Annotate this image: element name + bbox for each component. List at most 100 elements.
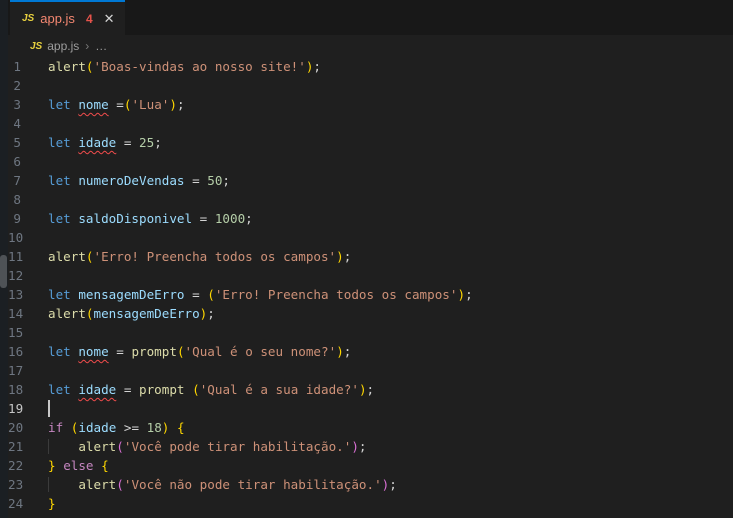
line-number[interactable]: 17 [8,361,48,380]
line-number[interactable]: 14 [8,304,48,323]
code-token: ( [85,306,94,321]
code-token: let [48,287,71,302]
line-number[interactable]: 8 [8,190,48,209]
code-token: ; [358,439,367,454]
line-number[interactable]: 19 [8,399,48,418]
line-number[interactable]: 21 [8,437,48,456]
code-token: alert [48,249,86,264]
line-number[interactable]: 22 [8,456,48,475]
code-content: if (idade >= 18) { [48,418,185,437]
code-token: >= [116,420,147,435]
code-line[interactable]: 14 alert(mensagemDeErro); [8,304,733,323]
code-token: numeroDeVendas [78,173,185,188]
code-line[interactable]: 24} [8,494,733,513]
code-token: nome [78,97,109,112]
code-line[interactable]: 10 [8,228,733,247]
code-line[interactable]: 9 let saldoDisponivel = 1000; [8,209,733,228]
code-line[interactable]: 4 [8,114,733,133]
code-token: alert [48,59,86,74]
code-line[interactable]: 11 alert('Erro! Preencha todos os campos'… [8,247,733,266]
line-number[interactable]: 3 [8,95,48,114]
javascript-file-icon: JS [22,13,35,24]
line-number[interactable]: 18 [8,380,48,399]
line-number[interactable]: 15 [8,323,48,342]
line-number[interactable]: 16 [8,342,48,361]
line-number[interactable]: 12 [8,266,48,285]
code-token: 50 [207,173,223,188]
line-number[interactable]: 1 [8,57,48,76]
code-line[interactable]: 16 let nome = prompt('Qual é o seu nome?'… [8,342,733,361]
code-token: = [108,97,124,112]
code-token: ; [245,211,253,226]
code-token: ; [176,97,185,112]
code-line[interactable]: 17 [8,361,733,380]
code-token: idade [78,420,117,435]
tab-close-icon[interactable]: ✕ [104,11,115,27]
code-line[interactable]: 18 let idade = prompt ('Qual é a sua idad… [8,380,733,399]
line-number[interactable]: 13 [8,285,48,304]
code-token: 25 [139,135,155,150]
code-line[interactable]: 3 let nome =('Lua'); [8,95,733,114]
left-scrollbar-thumb[interactable] [0,255,7,288]
line-number[interactable]: 23 [8,475,48,494]
code-line[interactable]: 19 [8,399,733,418]
line-number[interactable]: 24 [8,494,48,513]
code-token: ) [351,439,359,454]
line-number[interactable]: 20 [8,418,48,437]
code-token: mensagemDeErro [78,287,185,302]
code-line[interactable]: 5 let idade = 25; [8,133,733,152]
code-token: { [176,420,185,435]
code-token: nome [78,344,109,359]
chevron-right-icon: › [85,39,90,53]
code-line[interactable]: 2 [8,76,733,95]
left-panel-sliver [0,0,8,518]
code-line[interactable]: 6 [8,152,733,171]
code-token: ; [154,135,162,150]
code-editor[interactable]: 1 alert('Boas-vindas ao nosso site!'); 2 3 l… [8,57,733,518]
line-number[interactable]: 4 [8,114,48,133]
code-token: let [48,344,71,359]
code-token: ( [192,382,200,397]
code-token: ; [313,59,322,74]
code-line[interactable]: 23 alert('Você não pode tirar habilitaçã… [8,475,733,494]
code-token: ; [389,477,397,492]
code-line[interactable]: 13 let mensagemDeErro = ('Erro! Preencha … [8,285,733,304]
line-number[interactable]: 6 [8,152,48,171]
editor-tab-bar: JS app.js 4 ✕ [8,0,733,35]
code-line[interactable]: 12 [8,266,733,285]
code-token: ; [207,306,215,321]
breadcrumb-file[interactable]: app.js [47,39,79,53]
code-line[interactable]: 7 let numeroDeVendas = 50; [8,171,733,190]
code-token: ) [457,287,466,302]
vscode-window: JS app.js 4 ✕ JS app.js › … 1 alert('Boas… [0,0,733,518]
line-number[interactable]: 11 [8,247,48,266]
code-token: idade [78,135,117,150]
tab-app-js[interactable]: JS app.js 4 ✕ [10,0,125,35]
code-content: let nome = prompt('Qual é o seu nome?'); [48,342,351,361]
code-token: 'Você pode tirar habilitação.' [123,439,352,454]
code-line[interactable]: 20 if (idade >= 18) { [8,418,733,437]
code-token: 'Você não pode tirar habilitação.' [123,477,382,492]
code-line[interactable]: 22} else { [8,456,733,475]
code-line[interactable]: 8 [8,190,733,209]
code-token: = [192,211,215,226]
line-number[interactable]: 2 [8,76,48,95]
code-token: } [48,458,56,473]
code-line[interactable]: 15 [8,323,733,342]
code-token: 1000 [214,211,246,226]
code-token: ( [116,439,124,454]
code-line[interactable]: 1 alert('Boas-vindas ao nosso site!'); [8,57,733,76]
breadcrumb-symbol-ellipsis[interactable]: … [95,39,107,53]
code-token: idade [78,382,117,397]
code-content: alert('Erro! Preencha todos os campos'); [48,247,351,266]
line-number[interactable]: 5 [8,133,48,152]
line-number[interactable]: 10 [8,228,48,247]
line-number[interactable]: 7 [8,171,48,190]
code-content: let mensagemDeErro = ('Erro! Preencha to… [48,285,473,304]
code-line[interactable]: 21 alert('Você pode tirar habilitação.')… [8,437,733,456]
line-number[interactable]: 9 [8,209,48,228]
